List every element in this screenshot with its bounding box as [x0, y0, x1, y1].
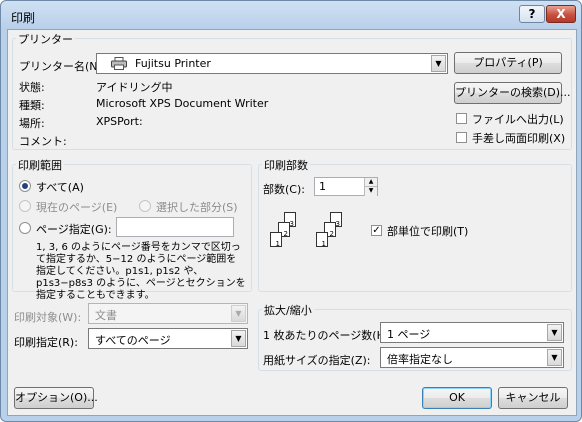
- copies-count-label: 部数(C):: [263, 183, 305, 196]
- page-range-input[interactable]: [116, 217, 234, 237]
- status-label: 状態:: [19, 81, 45, 94]
- collate-page: 1: [316, 232, 328, 248]
- printer-select[interactable]: Fujitsu Printer ▼: [96, 53, 448, 74]
- print-value: すべてのページ: [95, 334, 171, 347]
- print-what-label: 印刷対象(W):: [14, 311, 82, 324]
- comment-label: コメント:: [19, 135, 67, 148]
- copies-count-input[interactable]: 1 ▲ ▼: [314, 177, 378, 196]
- print-what-select[interactable]: 文書 ▼: [88, 303, 248, 324]
- pages-per-sheet-select[interactable]: 1 ページ ▼: [380, 322, 564, 343]
- manual-duplex-checkbox[interactable]: [456, 132, 467, 143]
- cancel-button[interactable]: キャンセル: [498, 387, 568, 409]
- printer-icon: [111, 57, 127, 70]
- type-label: 種類:: [19, 99, 45, 112]
- dropdown-arrow-icon[interactable]: ▼: [547, 349, 562, 366]
- print-to-file-label[interactable]: ファイルへ出力(L): [472, 111, 564, 127]
- range-current-label[interactable]: 現在のページ(E): [36, 199, 117, 215]
- range-pages-radio[interactable]: [19, 222, 31, 234]
- range-selection-radio[interactable]: [139, 200, 151, 212]
- ok-button[interactable]: OK: [422, 387, 492, 409]
- print-select[interactable]: すべてのページ ▼: [88, 328, 248, 349]
- where-value: XPSPort:: [96, 115, 143, 128]
- properties-button[interactable]: プロパティ(P): [454, 52, 562, 74]
- print-dialog: 印刷 ? X プリンター プリンター名(N): Fujitsu Printer …: [0, 0, 582, 422]
- scale-select[interactable]: 倍率指定なし ▼: [380, 347, 564, 368]
- dropdown-arrow-icon[interactable]: ▼: [231, 305, 246, 322]
- status-value: アイドリング中: [96, 81, 173, 94]
- title-bar[interactable]: 印刷 ? X: [1, 1, 581, 29]
- range-pages-label[interactable]: ページ指定(G):: [36, 221, 112, 237]
- copies-count-value: 1: [319, 180, 326, 193]
- close-button[interactable]: X: [546, 5, 576, 23]
- printer-name-label: プリンター名(N):: [19, 60, 106, 73]
- help-button[interactable]: ?: [519, 5, 545, 23]
- zoom-group-label: 拡大/縮小: [262, 302, 314, 318]
- collate-illustration-right: 3 2 1: [312, 204, 348, 254]
- manual-duplex-label[interactable]: 手差し両面印刷(X): [472, 130, 565, 146]
- collate-page: 1: [270, 232, 282, 248]
- options-button[interactable]: オプション(O)...: [14, 387, 98, 409]
- range-all-label[interactable]: すべて(A): [36, 179, 84, 195]
- where-label: 場所:: [19, 117, 45, 130]
- copies-group-label: 印刷部数: [262, 157, 310, 173]
- pages-per-sheet-value: 1 ページ: [387, 328, 431, 341]
- pages-per-sheet-label: 1 枚あたりのページ数(H):: [263, 329, 393, 342]
- printer-select-value: Fujitsu Printer: [135, 57, 211, 70]
- print-label: 印刷指定(R):: [14, 336, 78, 349]
- collate-label[interactable]: 部単位で印刷(T): [387, 223, 468, 239]
- window-title: 印刷: [11, 11, 36, 25]
- scale-value: 倍率指定なし: [387, 353, 453, 366]
- dropdown-arrow-icon[interactable]: ▼: [431, 55, 446, 72]
- dropdown-arrow-icon[interactable]: ▼: [547, 324, 562, 341]
- printer-group-label: プリンター: [16, 31, 75, 47]
- spin-down-icon[interactable]: ▼: [364, 186, 377, 196]
- range-all-radio[interactable]: [19, 180, 31, 192]
- range-current-radio[interactable]: [19, 200, 31, 212]
- page-range-help-text: 1, 3, 6 のようにページ番号をカンマで区切って指定するか、5−12 のよう…: [36, 242, 246, 301]
- page-range-group-label: 印刷範囲: [16, 157, 64, 173]
- find-printer-button[interactable]: プリンターの検索(D)...: [454, 82, 571, 104]
- type-value: Microsoft XPS Document Writer: [96, 97, 269, 110]
- dialog-body: プリンター プリンター名(N): Fujitsu Printer ▼ 状態: ア…: [7, 29, 577, 416]
- spin-up-icon[interactable]: ▲: [364, 178, 377, 186]
- collate-illustration-left: 3 2 1: [266, 204, 302, 254]
- print-what-value: 文書: [95, 309, 117, 322]
- collate-checkbox[interactable]: ✓: [371, 225, 382, 236]
- dropdown-arrow-icon[interactable]: ▼: [231, 330, 246, 347]
- scale-label: 用紙サイズの指定(Z):: [263, 354, 371, 367]
- range-selection-label[interactable]: 選択した部分(S): [156, 199, 238, 215]
- print-to-file-checkbox[interactable]: [456, 113, 467, 124]
